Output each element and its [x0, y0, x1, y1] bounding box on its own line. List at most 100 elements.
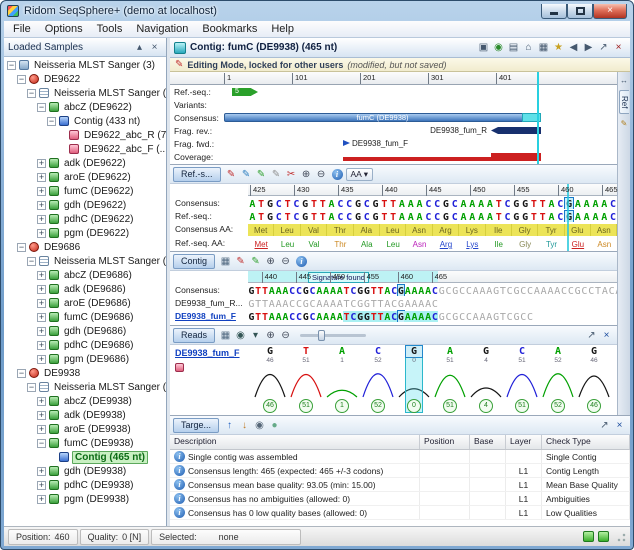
base-char[interactable]: C	[274, 198, 283, 209]
base-char[interactable]: A	[336, 298, 343, 309]
base-char[interactable]: G	[493, 285, 500, 296]
minimize-button[interactable]	[541, 4, 567, 19]
base-char[interactable]: A	[472, 285, 479, 296]
base-char[interactable]: G	[357, 298, 364, 309]
read-base[interactable]: G	[478, 346, 494, 357]
base-char[interactable]: T	[255, 285, 262, 296]
amino-acid[interactable]: Lys	[459, 238, 485, 250]
refseq-arrow[interactable]: 5	[232, 88, 258, 96]
base-char[interactable]: C	[503, 198, 512, 209]
collapse-icon[interactable]: −	[27, 383, 36, 392]
read-base[interactable]: C	[514, 346, 530, 357]
base-char[interactable]: A	[573, 198, 582, 209]
expand-icon[interactable]: +	[37, 495, 46, 504]
base-char[interactable]: C	[289, 285, 296, 296]
base-char[interactable]: A	[275, 311, 282, 322]
frag-fwd-track[interactable]: DE9938_fum_F	[224, 137, 617, 150]
tree-item[interactable]: −DE9622	[4, 72, 166, 86]
base-char[interactable]: A	[418, 285, 425, 296]
print-icon[interactable]: ▤	[506, 40, 521, 55]
info-icon[interactable]: i	[296, 256, 307, 267]
base-char[interactable]: C	[556, 198, 565, 209]
tree-item[interactable]: +pgm (DE9622)	[4, 226, 166, 240]
read-base[interactable]: A	[550, 346, 566, 357]
base-char[interactable]: G	[442, 211, 451, 222]
base-char[interactable]: A	[275, 285, 282, 296]
tree-item[interactable]: −abcZ (DE9622)	[4, 100, 166, 114]
base-char[interactable]: A	[384, 285, 391, 296]
edit-insert-icon[interactable]: ✎	[239, 167, 254, 182]
base-char[interactable]: C	[450, 198, 459, 209]
base-char[interactable]: A	[316, 285, 323, 296]
base-char[interactable]: C	[459, 285, 466, 296]
tree-item[interactable]: +adk (DE9938)	[4, 408, 166, 422]
column-header-description[interactable]: Description	[170, 435, 420, 449]
expand-icon[interactable]: +	[37, 341, 46, 350]
base-char[interactable]: G	[574, 285, 581, 296]
status-icon[interactable]: ●	[267, 418, 282, 433]
base-char[interactable]: C	[432, 311, 439, 322]
base-char[interactable]: G	[452, 311, 459, 322]
base-char[interactable]: C	[520, 311, 527, 322]
check-row[interactable]: iSingle contig was assembledSingle Conti…	[170, 450, 630, 464]
base-char[interactable]: A	[404, 285, 411, 296]
amino-acid[interactable]: Met	[248, 238, 274, 250]
zoom-in-icon[interactable]: ⊕	[263, 254, 278, 269]
base-char[interactable]: T	[389, 211, 398, 222]
coverage-track[interactable]	[224, 150, 617, 163]
frag-rev-track[interactable]: DE9938_fum_R	[224, 124, 617, 137]
base-char[interactable]: A	[547, 211, 556, 222]
consensus-track[interactable]: fumC (DE9938)	[224, 111, 617, 124]
back-icon[interactable]: ◀	[566, 40, 581, 55]
amino-acid[interactable]: Val	[301, 238, 327, 250]
base-char[interactable]: A	[600, 198, 609, 209]
base-char[interactable]: T	[343, 298, 350, 309]
base-char[interactable]: G	[364, 311, 371, 322]
collapse-icon[interactable]: −	[37, 439, 46, 448]
base-char[interactable]: T	[499, 285, 506, 296]
base-char[interactable]: A	[533, 285, 540, 296]
base-char[interactable]: A	[486, 285, 493, 296]
consensus-sequence[interactable]: ATGCTCGTTACCGCGTTAAACCGCAAAATCGGTTACGAAA…	[248, 196, 617, 209]
base-char[interactable]: A	[323, 285, 330, 296]
amino-acid[interactable]: Thr	[327, 238, 353, 250]
frag-rev-sequence[interactable]: GTTAAACCGCAAAATCGGTTACGAAAAC	[248, 296, 617, 309]
amino-acid[interactable]: Leu	[380, 238, 406, 250]
base-char[interactable]: C	[450, 211, 459, 222]
tree-item[interactable]: −Neisseria MLST Sanger (DE99...	[4, 380, 166, 394]
collapse-icon[interactable]: −	[7, 61, 16, 70]
base-char[interactable]: A	[547, 198, 556, 209]
base-char[interactable]: C	[309, 285, 316, 296]
base-char[interactable]: T	[377, 285, 384, 296]
base-char[interactable]: A	[459, 198, 468, 209]
tree-item[interactable]: +abcZ (DE9686)	[4, 268, 166, 282]
base-char[interactable]: G	[357, 285, 364, 296]
collapse-icon[interactable]: −	[17, 243, 26, 252]
base-char[interactable]: C	[520, 285, 527, 296]
menu-item-navigation[interactable]: Navigation	[129, 22, 195, 36]
base-char[interactable]: T	[538, 211, 547, 222]
base-char[interactable]: A	[268, 311, 275, 322]
expand-icon[interactable]: +	[37, 173, 46, 182]
base-char[interactable]: A	[404, 311, 411, 322]
base-char[interactable]: A	[336, 311, 343, 322]
base-char[interactable]: A	[327, 211, 336, 222]
edit-disabled-icon[interactable]: ✎	[269, 167, 284, 182]
base-char[interactable]: T	[377, 311, 384, 322]
base-char[interactable]: G	[248, 311, 255, 322]
base-char[interactable]: G	[521, 211, 530, 222]
base-char[interactable]: C	[391, 285, 398, 296]
base-char[interactable]: A	[275, 298, 282, 309]
base-char[interactable]: T	[310, 211, 319, 222]
tree-item[interactable]: −Neisseria MLST Sanger (3)	[4, 58, 166, 72]
expand-icon[interactable]: +	[37, 271, 46, 280]
base-char[interactable]: T	[255, 311, 262, 322]
edit-base-icon[interactable]: ✎	[224, 167, 239, 182]
base-char[interactable]: G	[452, 285, 459, 296]
base-char[interactable]: C	[432, 285, 439, 296]
base-char[interactable]: C	[350, 298, 357, 309]
base-char[interactable]: T	[380, 211, 389, 222]
tree-item[interactable]: +fumC (DE9622)	[4, 184, 166, 198]
base-char[interactable]: A	[316, 298, 323, 309]
base-char[interactable]: C	[445, 285, 452, 296]
